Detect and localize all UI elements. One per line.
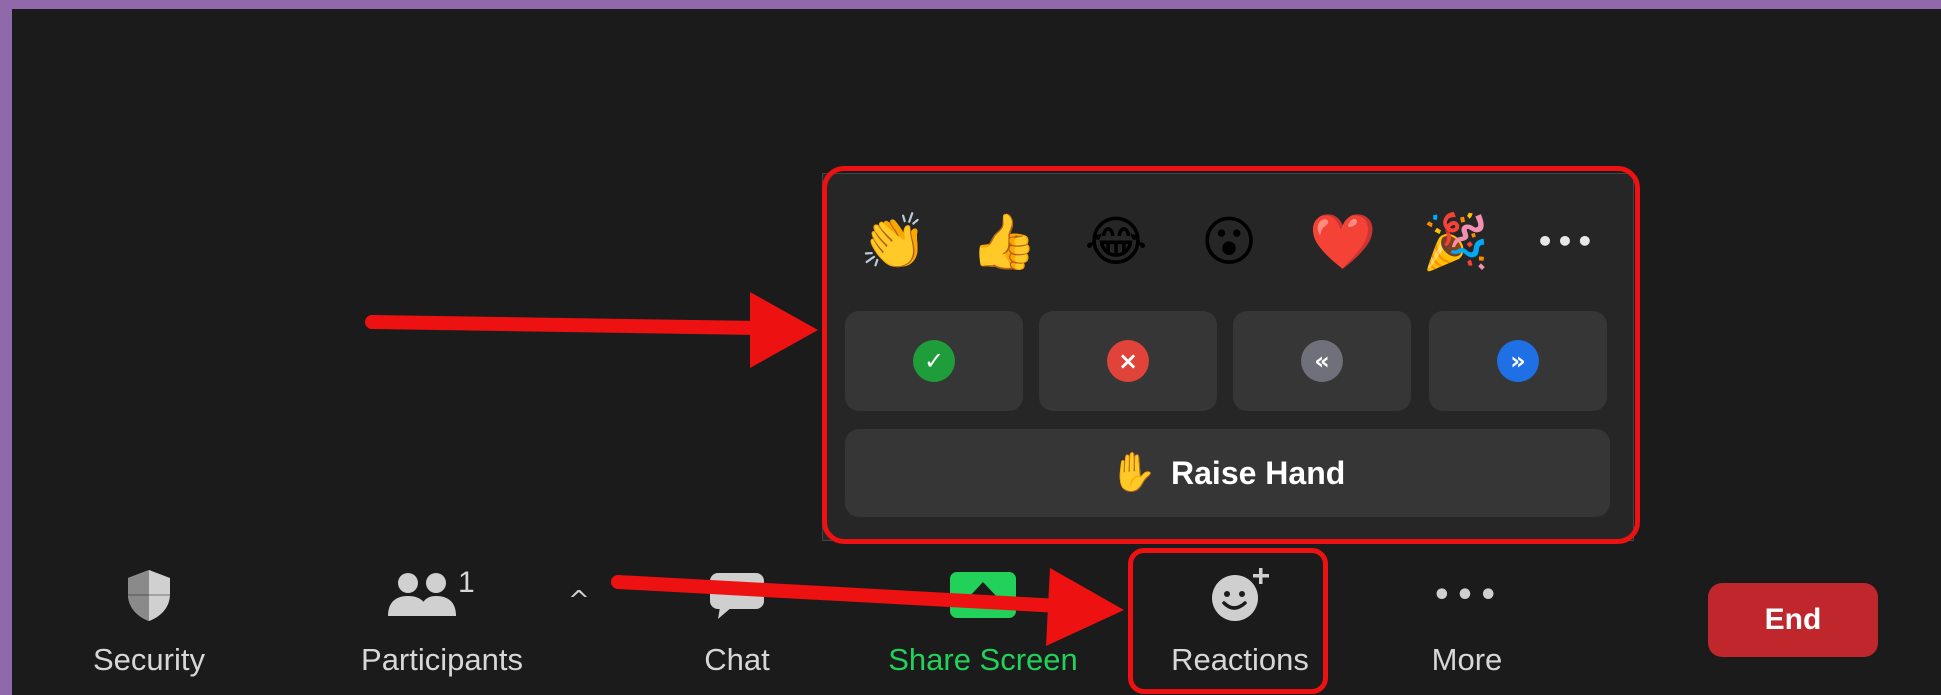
share-screen-button[interactable]: Share Screen — [878, 560, 1088, 690]
participants-caret-up-icon[interactable]: ^ — [568, 586, 590, 616]
clap-emoji-icon[interactable]: 👏 — [856, 204, 932, 280]
rewind-icon: « — [1301, 340, 1343, 382]
no-button[interactable]: × — [1039, 311, 1217, 411]
emoji-row: 👏 👍 😂 😮 ❤️ 🎉 ••• — [823, 204, 1633, 280]
shield-icon — [124, 560, 174, 630]
participants-button[interactable]: 1 Participants — [342, 560, 542, 690]
raise-hand-label: Raise Hand — [1171, 454, 1346, 491]
speed-up-button[interactable]: » — [1429, 311, 1607, 411]
more-button[interactable]: ••• More — [1402, 560, 1532, 690]
slow-down-button[interactable]: « — [1233, 311, 1411, 411]
reactions-label: Reactions — [1171, 642, 1309, 677]
share-screen-label: Share Screen — [888, 642, 1078, 677]
participants-icon: 1 — [382, 560, 502, 630]
open-mouth-emoji-icon[interactable]: 😮 — [1191, 204, 1267, 280]
raise-hand-button[interactable]: ✋ Raise Hand — [845, 429, 1610, 517]
joy-emoji-icon[interactable]: 😂 — [1078, 204, 1154, 280]
add-reaction-icon — [1209, 560, 1271, 630]
chat-label: Chat — [704, 642, 770, 677]
share-screen-icon — [948, 560, 1018, 630]
end-meeting-button[interactable]: End — [1708, 583, 1878, 657]
security-button[interactable]: Security — [74, 560, 224, 690]
thumbs-up-emoji-icon[interactable]: 👍 — [966, 204, 1042, 280]
reactions-button[interactable]: Reactions — [1150, 560, 1330, 690]
security-label: Security — [93, 642, 205, 677]
tada-emoji-icon[interactable]: 🎉 — [1418, 204, 1494, 280]
yes-button[interactable]: ✓ — [845, 311, 1023, 411]
more-icon: ••• — [1432, 577, 1502, 613]
more-label: More — [1431, 642, 1503, 677]
heart-emoji-icon[interactable]: ❤️ — [1305, 204, 1381, 280]
close-icon: × — [1107, 340, 1149, 382]
participant-count-badge: 1 — [458, 566, 475, 599]
meeting-toolbar: Security 1 Participants ^ Chat Share Scr… — [12, 560, 1941, 695]
chat-button[interactable]: Chat — [672, 560, 802, 690]
fast-forward-icon: » — [1497, 340, 1539, 382]
participants-label: Participants — [361, 642, 523, 677]
reactions-popup: 👏 👍 😂 😮 ❤️ 🎉 ••• ✓ × « » ✋ Raise Hand — [822, 173, 1634, 541]
more-reactions-icon[interactable]: ••• — [1528, 204, 1604, 280]
check-icon: ✓ — [913, 340, 955, 382]
chat-icon — [708, 560, 766, 630]
raised-hand-icon: ✋ — [1109, 452, 1158, 494]
